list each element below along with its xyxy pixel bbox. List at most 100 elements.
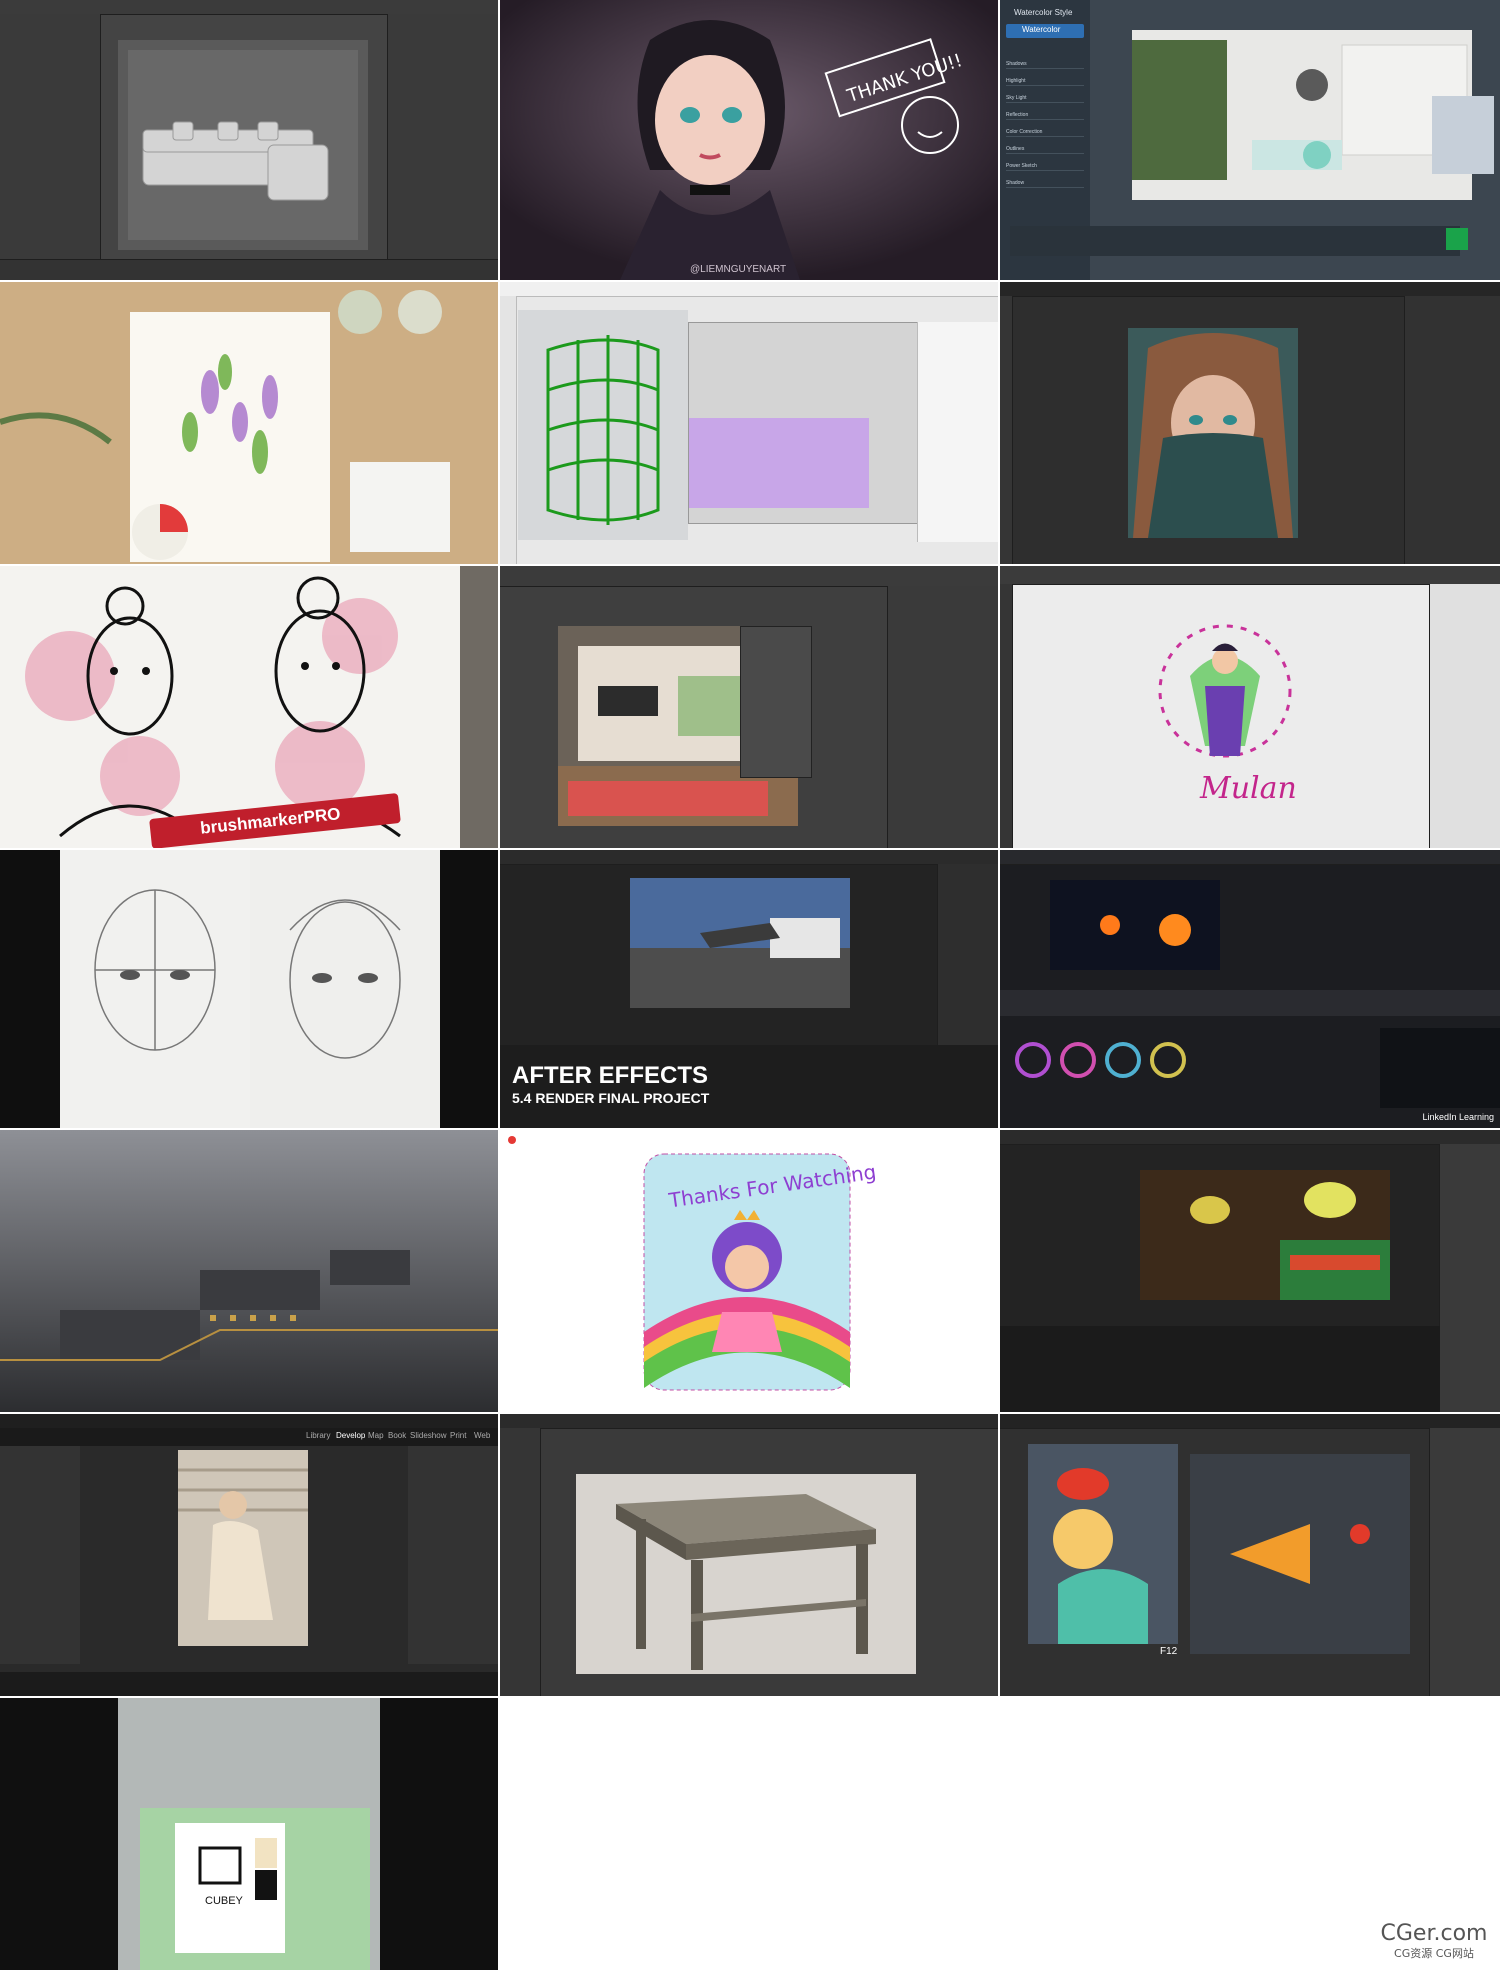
menu-bar[interactable] <box>500 282 998 297</box>
tile-anime-portrait: THANK YOU!! @LIEMNGUYENART <box>500 0 998 280</box>
color-wheels[interactable] <box>1008 1030 1198 1090</box>
artboard <box>1158 624 1292 758</box>
menu-bar[interactable] <box>0 0 498 15</box>
filmstrip[interactable] <box>0 1672 498 1696</box>
layer-panel[interactable] <box>917 322 998 542</box>
menu-bar[interactable] <box>1000 1130 1500 1145</box>
slider-item[interactable]: Shadows <box>1006 52 1084 69</box>
left-panel[interactable] <box>0 14 101 280</box>
properties-panel[interactable] <box>1429 584 1500 848</box>
tile-eucalyptus-painting <box>0 282 498 564</box>
video-frame <box>1140 1170 1390 1300</box>
table-render <box>576 1474 916 1674</box>
slider-item[interactable]: Shadow <box>1006 171 1084 188</box>
module-map[interactable]: Map <box>368 1431 384 1440</box>
linkedin-learning-logo: LinkedIn Learning <box>1422 1112 1494 1122</box>
timeline[interactable] <box>0 259 498 280</box>
slider-item[interactable]: Highlight <box>1006 69 1084 86</box>
course-title: AFTER EFFECTS <box>512 1062 708 1089</box>
tile-ink-sketch: brushmarkerPRO <box>0 566 498 848</box>
tile-rhino-grasshopper[interactable] <box>500 282 998 564</box>
artist-credit: @LIEMNGUYENART <box>690 264 787 275</box>
clip-strip[interactable] <box>1000 990 1500 1016</box>
tile-circuit-closeup <box>0 1130 498 1412</box>
scope-panel <box>1380 1028 1500 1108</box>
menu-bar[interactable] <box>1000 282 1500 297</box>
module-picker[interactable]: Library Develop Map Book Slideshow Print… <box>0 1428 498 1446</box>
course-subtitle: 5.4 RENDER FINAL PROJECT <box>512 1090 710 1106</box>
tools-panel[interactable] <box>500 1428 541 1696</box>
rhino-viewport[interactable] <box>518 310 688 540</box>
tile-cubey-sticker: CUBEY <box>0 1698 498 1970</box>
green-button[interactable] <box>1446 228 1468 250</box>
tile-thanks-card: Thanks For Watching <box>500 1130 998 1412</box>
viewport[interactable] <box>118 40 368 250</box>
mulan-title: Mulan <box>1200 771 1297 806</box>
thumbnail-strip[interactable] <box>1010 226 1460 256</box>
tile-pencil-faces <box>0 850 498 1128</box>
menu-bar[interactable] <box>1000 1414 1500 1429</box>
slider-item[interactable]: Sky Light <box>1006 86 1084 103</box>
tile-photoshop-veil[interactable] <box>1000 282 1500 564</box>
module-develop[interactable]: Develop <box>336 1431 365 1440</box>
menu-bar[interactable] <box>0 1414 498 1429</box>
tile-blender-frog[interactable]: F12 <box>1000 1414 1500 1696</box>
menu-bar[interactable] <box>1000 566 1500 585</box>
tile-3dsmax-sofa[interactable] <box>0 0 498 280</box>
develop-panel[interactable] <box>408 1446 498 1664</box>
slider-item[interactable]: Power Sketch <box>1006 154 1084 171</box>
site-watermark: CGer.com CG资源 CG网站 <box>1378 1918 1490 1962</box>
render-dialog[interactable] <box>740 626 812 778</box>
slider-item[interactable]: Reflection <box>1006 103 1084 120</box>
recording-dot <box>508 1136 516 1144</box>
tools-panel[interactable] <box>1000 296 1013 564</box>
tile-table-model[interactable] <box>500 1414 998 1696</box>
watermark-brand: CGer.com <box>1380 1921 1488 1946</box>
outliner-panel[interactable] <box>1429 1428 1500 1696</box>
slider-list[interactable]: Shadows Highlight Sky Light Reflection C… <box>1006 52 1084 188</box>
module-web[interactable]: Web <box>474 1431 490 1440</box>
tile-watercolor-style[interactable]: Watercolor Style Watercolor Shadows High… <box>1000 0 1500 280</box>
photo-preview <box>178 1450 308 1646</box>
watermark-tagline: CG资源 CG网站 <box>1394 1947 1474 1960</box>
sticker-text: CUBEY <box>205 1895 243 1907</box>
slider-item[interactable]: Outlines <box>1006 137 1084 154</box>
command-panel[interactable] <box>387 14 498 280</box>
canvas-image <box>1128 328 1298 538</box>
camera-view <box>1028 1444 1178 1644</box>
render-view <box>1132 30 1472 200</box>
preset-label: Watercolor <box>1022 25 1061 34</box>
tools-panel[interactable] <box>1000 584 1013 848</box>
perspective-view <box>1190 1454 1410 1654</box>
module-print[interactable]: Print <box>450 1431 466 1440</box>
slider-item[interactable]: Color Correction <box>1006 120 1084 137</box>
menu-bar[interactable] <box>500 850 998 865</box>
toolbar[interactable] <box>500 296 517 564</box>
tile-after-effects[interactable]: AFTER EFFECTS 5.4 RENDER FINAL PROJECT <box>500 850 998 1128</box>
layers-panel[interactable] <box>1404 296 1500 564</box>
tile-mulan-illustrator[interactable]: Mulan <box>1000 566 1500 848</box>
module-slideshow[interactable]: Slideshow <box>410 1431 446 1440</box>
tile-interior-render[interactable] <box>500 566 998 848</box>
menu-bar[interactable] <box>1000 850 1500 865</box>
timeline-panel[interactable] <box>1000 1326 1440 1412</box>
grasshopper-canvas[interactable] <box>688 322 920 524</box>
menu-bar[interactable] <box>500 1414 998 1429</box>
screenshot-collage: THANK YOU!! @LIEMNGUYENART Watercolor St… <box>0 0 1500 1970</box>
tile-lightroom[interactable]: Library Develop Map Book Slideshow Print… <box>0 1414 498 1696</box>
module-library[interactable]: Library <box>306 1431 330 1440</box>
panel-title: Watercolor Style <box>1014 8 1073 17</box>
inspector-panel[interactable] <box>1439 1144 1500 1412</box>
tile-davinci-resolve[interactable]: LinkedIn Learning <box>1000 850 1500 1128</box>
composition-viewer <box>630 878 850 1008</box>
navigator-panel[interactable] <box>0 1446 80 1664</box>
shortcut-hint: F12 <box>1160 1646 1178 1657</box>
webcam-overlay <box>1432 96 1494 174</box>
grasshopper-group <box>689 418 869 508</box>
module-book[interactable]: Book <box>388 1431 406 1440</box>
preset-button[interactable]: Watercolor <box>1006 24 1084 38</box>
menu-bar[interactable] <box>500 566 998 587</box>
tile-cyclists-edit[interactable] <box>1000 1130 1500 1412</box>
viewer-frame <box>1050 880 1220 970</box>
render-settings-panel[interactable] <box>887 586 998 848</box>
